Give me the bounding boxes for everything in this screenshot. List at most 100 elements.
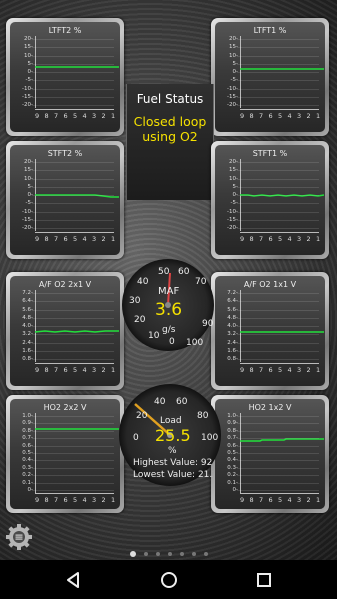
grid-line <box>32 88 114 90</box>
grid-line <box>32 80 114 82</box>
grid-line <box>32 438 114 440</box>
gauge-ltft1[interactable]: LTFT1 % 20- 15- 10- 5- 0- -5- -10- -15- -20- 987… <box>211 18 329 136</box>
load-scale-60: 60 <box>176 397 188 407</box>
gauge-title: A/F O2 1x1 V <box>243 280 297 289</box>
gauge-ho2-1x2[interactable]: HO2 1x2 V 1.0- 0.9- 0.8- 0.7- 0.6- 0.5- 0.4- 0.… <box>211 395 329 513</box>
grid-line <box>237 219 319 221</box>
x-tick-label: 2 <box>306 112 311 120</box>
x-tick-label: 9 <box>35 112 40 120</box>
grid-line <box>32 96 114 98</box>
gauge-title: A/F O2 2x1 V <box>38 280 92 289</box>
x-tick-label: 6 <box>63 235 68 243</box>
gauge-af-o2-2x1[interactable]: A/F O2 2x1 V 7.2- 6.4- 5.6- 4.8- 4.0- 3.2- 2.4… <box>6 272 124 390</box>
x-axis-line <box>240 109 319 110</box>
fuel-status-panel[interactable]: Fuel Status Closed loop using O2 <box>126 84 214 200</box>
gauge-ho2-2x2[interactable]: HO2 2x2 V 1.0- 0.9- 0.8- 0.7- 0.6- 0.5- 0.4- 0.… <box>6 395 124 513</box>
grid-line <box>32 63 114 65</box>
grid-line <box>32 105 114 106</box>
grid-line <box>237 178 319 180</box>
gauge-title: LTFT1 % <box>253 26 287 35</box>
load-unit: % <box>168 446 177 456</box>
load-value: 25.5 <box>155 426 191 445</box>
grid-line <box>237 423 319 425</box>
grid-line <box>237 293 319 294</box>
x-tick-label: 9 <box>35 496 40 504</box>
grid-line <box>32 467 114 469</box>
maf-scale-40: 40 <box>137 277 149 287</box>
x-tick-label: 6 <box>268 112 273 120</box>
gauge-stft1[interactable]: STFT1 % 20- 15- 10- 5- 0- -5- -10- -15- -20- 987… <box>211 141 329 259</box>
grid-line <box>237 39 319 40</box>
x-tick-label: 1 <box>316 366 321 374</box>
page-dot[interactable] <box>191 551 196 556</box>
x-tick-label: 6 <box>63 366 68 374</box>
grid-line <box>237 317 319 319</box>
grid-line <box>32 490 114 491</box>
load-scale-0: 0 <box>133 433 139 443</box>
x-tick-label: 7 <box>54 112 59 120</box>
page-dot[interactable] <box>143 551 148 556</box>
page-dot[interactable] <box>179 551 184 556</box>
grid-line <box>32 334 114 336</box>
home-button[interactable] <box>157 568 181 592</box>
load-scale-80: 80 <box>197 411 209 421</box>
grid-line <box>32 293 114 294</box>
grid-line <box>237 475 319 477</box>
load-gauge[interactable]: 0 20 40 60 80 100 Load 25.5 % Highest Va… <box>119 384 221 486</box>
grid-line <box>237 105 319 106</box>
x-tick-label: 1 <box>111 112 116 120</box>
x-tick-label: 7 <box>54 496 59 504</box>
grid-line <box>237 445 319 447</box>
x-tick-label: 5 <box>278 235 283 243</box>
x-tick-label: 1 <box>316 235 321 243</box>
gauge-title: STFT2 % <box>47 149 83 158</box>
grid-line <box>237 72 319 73</box>
maf-scale-30: 30 <box>129 296 141 306</box>
page-dot[interactable] <box>129 550 136 557</box>
grid-line <box>237 460 319 462</box>
recents-button[interactable] <box>252 568 276 592</box>
grid-line <box>237 334 319 336</box>
maf-scale-90: 90 <box>202 319 214 329</box>
page-dot[interactable] <box>167 551 172 556</box>
grid-line <box>237 55 319 57</box>
x-tick-label: 6 <box>63 112 68 120</box>
x-tick-label: 3 <box>297 235 302 243</box>
grid-line <box>32 301 114 303</box>
grid-line <box>237 309 319 311</box>
x-tick-label: 8 <box>249 112 254 120</box>
grid-line <box>237 490 319 491</box>
dashboard: LTFT2 % 20- 15- 10- 5- 0- -5- -10- -15- -20- 987… <box>0 0 337 560</box>
grid-line <box>237 228 319 229</box>
page-dot[interactable] <box>203 551 208 556</box>
gauge-af-o2-1x1[interactable]: A/F O2 1x1 V 7.2- 6.4- 5.6- 4.8- 4.0- 3.2- 2.4… <box>211 272 329 390</box>
load-label: Load <box>160 416 182 426</box>
x-tick-label: 2 <box>101 496 106 504</box>
gauge-stft2[interactable]: STFT2 % 20- 15- 10- 5- 0- -5- -10- -15- -20- 987… <box>6 141 124 259</box>
grid-line <box>237 453 319 454</box>
grid-line <box>32 359 114 360</box>
x-tick-label: 3 <box>297 366 302 374</box>
x-tick-label: 6 <box>268 366 273 374</box>
maf-scale-70: 70 <box>195 277 207 287</box>
x-tick-label: 1 <box>111 235 116 243</box>
maf-scale-100: 100 <box>186 338 204 348</box>
grid-line <box>237 482 319 484</box>
x-tick-label: 6 <box>268 235 273 243</box>
x-tick-label: 1 <box>316 112 321 120</box>
x-tick-label: 4 <box>287 366 292 374</box>
gauge-ltft2[interactable]: LTFT2 % 20- 15- 10- 5- 0- -5- -10- -15- -20- 987… <box>6 18 124 136</box>
grid-line <box>237 326 319 327</box>
grid-line <box>237 47 319 49</box>
x-tick-label: 1 <box>111 496 116 504</box>
grid-line <box>32 72 114 73</box>
grid-line <box>237 96 319 98</box>
x-axis-line <box>35 363 114 364</box>
back-button[interactable] <box>61 568 85 592</box>
x-tick-label: 9 <box>240 496 245 504</box>
fuel-status-line2: using O2 <box>142 129 198 144</box>
maf-scale-60: 60 <box>178 267 190 277</box>
page-dot[interactable] <box>155 551 160 556</box>
maf-gauge[interactable]: 0 10 20 30 40 50 60 70 90 100 MAF 3.6 g/… <box>122 259 214 351</box>
grid-line <box>237 63 319 65</box>
